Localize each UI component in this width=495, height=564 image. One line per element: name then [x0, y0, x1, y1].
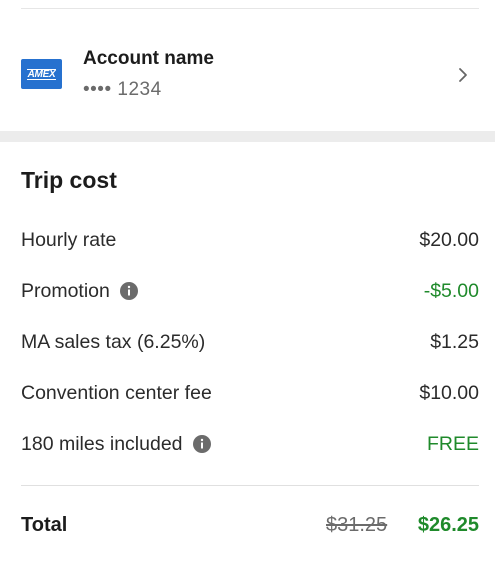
info-icon[interactable]: [119, 282, 138, 300]
promotion-label: Promotion: [21, 279, 110, 302]
total-original-price: $31.25: [326, 514, 388, 536]
hourly-rate-value: $20.00: [419, 228, 479, 251]
hourly-rate-label: Hourly rate: [21, 228, 117, 251]
sales-tax-value: $1.25: [430, 330, 479, 353]
account-name: Account name: [83, 48, 214, 69]
line-item-label: Hourly rate: [21, 226, 116, 254]
line-item-promotion: Promotion -$5.00: [21, 277, 479, 305]
convention-fee-label: Convention center fee: [21, 381, 212, 404]
sales-tax-label: MA sales tax (6.25%): [21, 330, 206, 353]
amex-card-logo: AMEX: [21, 59, 62, 89]
convention-fee-value: $10.00: [419, 381, 479, 404]
line-item-miles-included: 180 miles included FREE: [21, 430, 479, 458]
section-separator: [0, 131, 495, 142]
info-icon[interactable]: [192, 435, 211, 453]
miles-included-value: FREE: [426, 432, 479, 455]
amex-logo-text: AMEX: [26, 68, 57, 80]
payment-method-row[interactable]: AMEX Account name •••• 1234: [0, 9, 495, 131]
total-final-price: $26.25: [417, 514, 479, 536]
total-label: Total: [21, 514, 68, 536]
line-item-label: MA sales tax (6.25%): [21, 328, 205, 356]
line-item-label: Convention center fee: [21, 379, 212, 407]
line-item-label: Promotion: [21, 277, 138, 305]
line-item-label: 180 miles included: [21, 430, 211, 458]
total-divider: [21, 485, 479, 486]
card-number-masked: •••• 1234: [83, 79, 162, 100]
miles-included-label: 180 miles included: [21, 432, 183, 455]
line-item-hourly-rate: Hourly rate $20.00: [21, 226, 479, 254]
line-item-sales-tax: MA sales tax (6.25%) $1.25: [21, 328, 479, 356]
promotion-value: -$5.00: [423, 279, 479, 302]
trip-cost-title: Trip cost: [21, 167, 117, 193]
line-item-convention-fee: Convention center fee $10.00: [21, 379, 479, 407]
chevron-right-icon[interactable]: [456, 67, 470, 83]
